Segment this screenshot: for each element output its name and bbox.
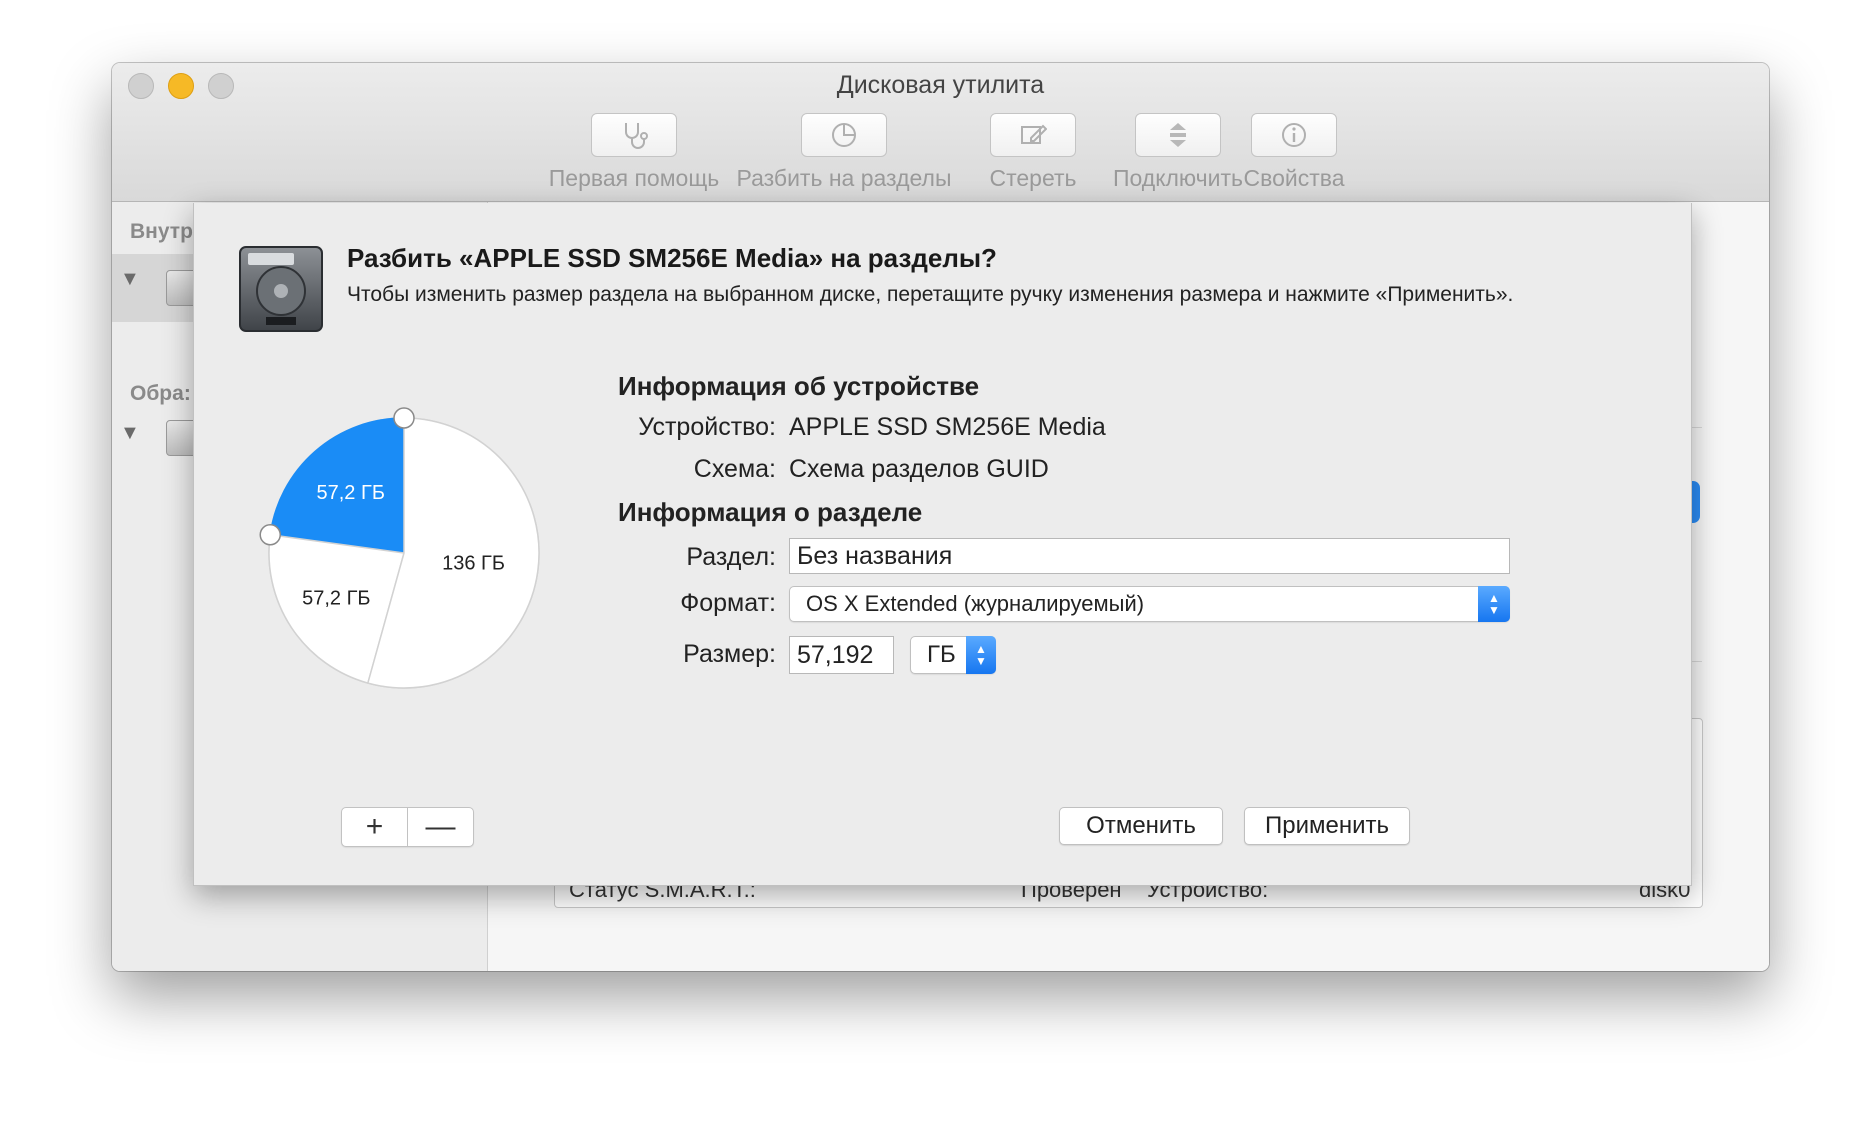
remove-partition-button[interactable]: — [407, 808, 473, 846]
format-popup[interactable]: OS X Extended (журналируемый) ▲ ▼ [789, 586, 1510, 622]
sheet-message: Чтобы изменить размер раздела на выбранн… [347, 283, 1514, 306]
sheet-title: Разбить «APPLE SSD SM256E Media» на разд… [347, 243, 997, 273]
first-aid-label: Первая помощь [548, 165, 720, 191]
info-icon [1251, 113, 1337, 157]
device-info-title: Информация об устройстве [618, 371, 980, 401]
scheme-value: Схема разделов GUID [789, 455, 1049, 483]
popup-arrows-icon: ▲ ▼ [966, 636, 996, 674]
disclosure-triangle-icon[interactable]: ▼ [120, 422, 140, 445]
pie-slice-label: 136 ГБ [442, 552, 505, 574]
pie-slice-label: 57,2 ГБ [317, 482, 385, 504]
toolbar-erase[interactable]: Стереть [969, 113, 1097, 192]
resize-handle[interactable] [259, 524, 281, 546]
toolbar-partition[interactable]: Разбить на разделы [732, 113, 956, 192]
partition-name-field[interactable] [789, 538, 1510, 574]
sidebar-images-heading: Обра: [130, 382, 191, 405]
resize-handle[interactable] [393, 407, 415, 429]
device-label: Устройство: [638, 413, 776, 441]
apply-button[interactable]: Применить [1244, 807, 1410, 845]
pie-slice-label: 57,2 ГБ [302, 588, 370, 610]
format-value: OS X Extended (журналируемый) [806, 591, 1145, 616]
device-value: APPLE SSD SM256E Media [789, 413, 1106, 441]
erase-pencil-icon [990, 113, 1076, 157]
size-label: Размер: [683, 640, 776, 668]
format-label: Формат: [680, 589, 776, 617]
toolbar-info[interactable]: Свойства [1232, 113, 1356, 192]
window-title: Дисковая утилита [836, 71, 1045, 99]
partition-pie-chart[interactable]: 57,2 ГБ 57,2 ГБ 136 ГБ [234, 383, 574, 728]
add-remove-partition-control: + — [341, 807, 474, 847]
title-bar: Дисковая утилита Первая помощь Разбить н… [112, 63, 1769, 202]
popup-arrows-icon: ▲ ▼ [1478, 586, 1510, 622]
add-partition-button[interactable]: + [342, 808, 407, 846]
mount-icon [1135, 113, 1221, 157]
erase-label: Стереть [989, 165, 1077, 191]
partition-sheet: Разбить «APPLE SSD SM256E Media» на разд… [193, 203, 1692, 886]
size-unit-popup[interactable]: ГБ ▲ ▼ [910, 636, 996, 674]
sidebar-internal-heading: Внутр [130, 220, 193, 243]
size-unit-value: ГБ [927, 641, 956, 668]
cancel-button[interactable]: Отменить [1059, 807, 1223, 845]
partition-name-label: Раздел: [686, 543, 776, 571]
size-field[interactable] [789, 636, 894, 674]
toolbar-first-aid[interactable]: Первая помощь [546, 113, 722, 192]
stethoscope-icon [591, 113, 677, 157]
hard-drive-icon [239, 246, 323, 332]
info-label: Свойства [1243, 165, 1345, 191]
scheme-label: Схема: [693, 455, 776, 483]
partition-info-title: Информация о разделе [618, 497, 923, 527]
partition-pie-icon [801, 113, 887, 157]
partition-label: Разбить на разделы [736, 165, 952, 191]
disclosure-triangle-icon[interactable]: ▼ [120, 268, 140, 291]
